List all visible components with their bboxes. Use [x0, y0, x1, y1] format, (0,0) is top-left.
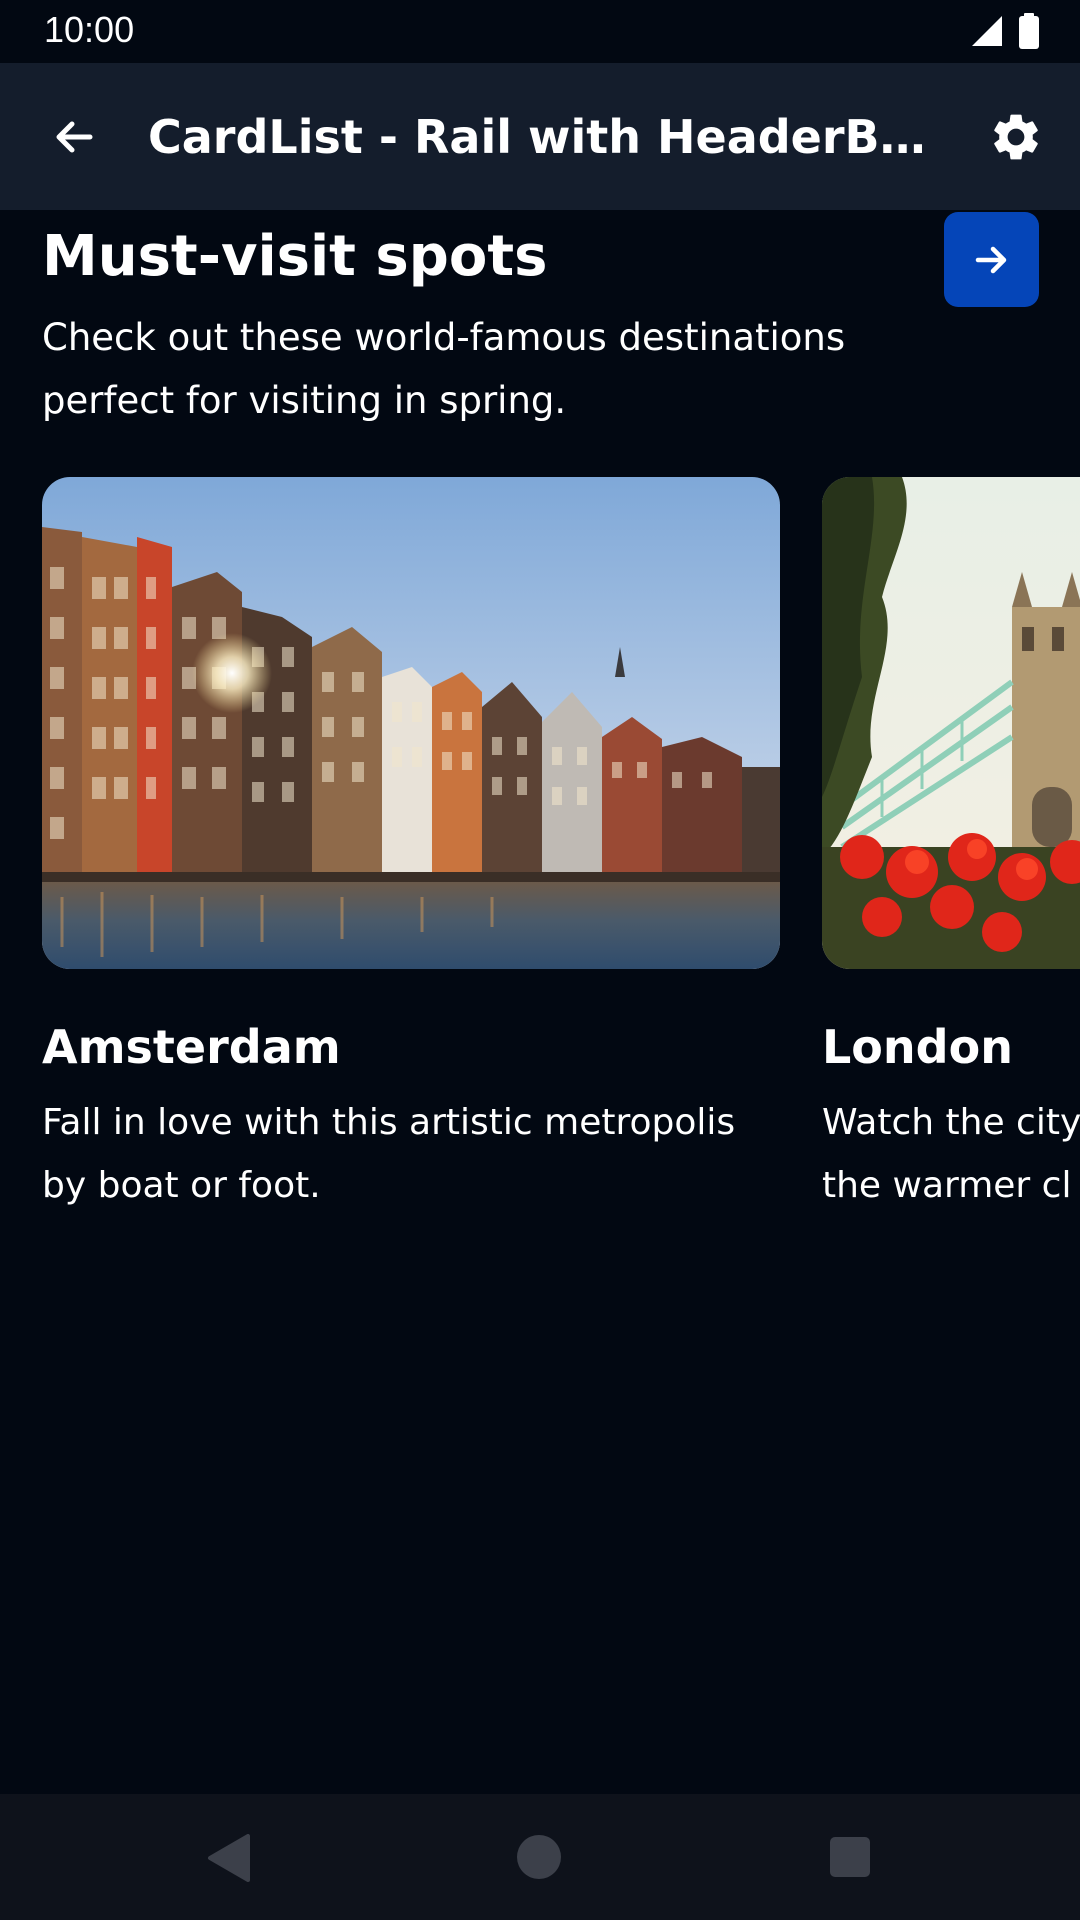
arrow-back-icon: [56, 121, 93, 153]
card-rail[interactable]: Amsterdam Fall in love with this artisti…: [42, 477, 1080, 1237]
card-title: Amsterdam: [42, 1020, 341, 1074]
settings-button[interactable]: [980, 101, 1052, 173]
nav-back-icon[interactable]: [206, 1834, 252, 1882]
status-icons: [970, 13, 1040, 49]
nav-home-icon[interactable]: [516, 1834, 562, 1880]
battery-icon: [1019, 13, 1039, 49]
card-london[interactable]: London Watch the city the warmer cl: [822, 477, 1080, 1206]
app-bar: CardList - Rail with HeaderButt...: [0, 63, 1080, 210]
header-button[interactable]: [944, 212, 1039, 307]
section-title: Must-visit spots: [42, 224, 548, 289]
london-image: [822, 477, 1080, 969]
card-amsterdam[interactable]: Amsterdam Fall in love with this artisti…: [42, 477, 780, 1206]
arrow-forward-icon: [975, 246, 1006, 273]
page-title: CardList - Rail with HeaderButt...: [148, 110, 938, 164]
system-nav-bar: [0, 1794, 1080, 1920]
status-bar: 10:00: [0, 0, 1080, 63]
nav-recents-icon[interactable]: [829, 1836, 871, 1878]
card-description: Watch the city the warmer cl: [822, 1102, 1080, 1206]
card-title: London: [822, 1020, 1013, 1074]
content-area: Must-visit spots Check out these world-f…: [0, 210, 1080, 1794]
gear-icon: [994, 114, 1038, 160]
back-button[interactable]: [38, 101, 110, 173]
signal-icon: [972, 16, 1002, 46]
card-description: Fall in love with this artistic metropol…: [42, 1102, 736, 1206]
section-description: Check out these world-famous destination…: [42, 316, 846, 422]
amsterdam-image: [42, 477, 780, 969]
status-time: 10:00: [44, 9, 135, 50]
